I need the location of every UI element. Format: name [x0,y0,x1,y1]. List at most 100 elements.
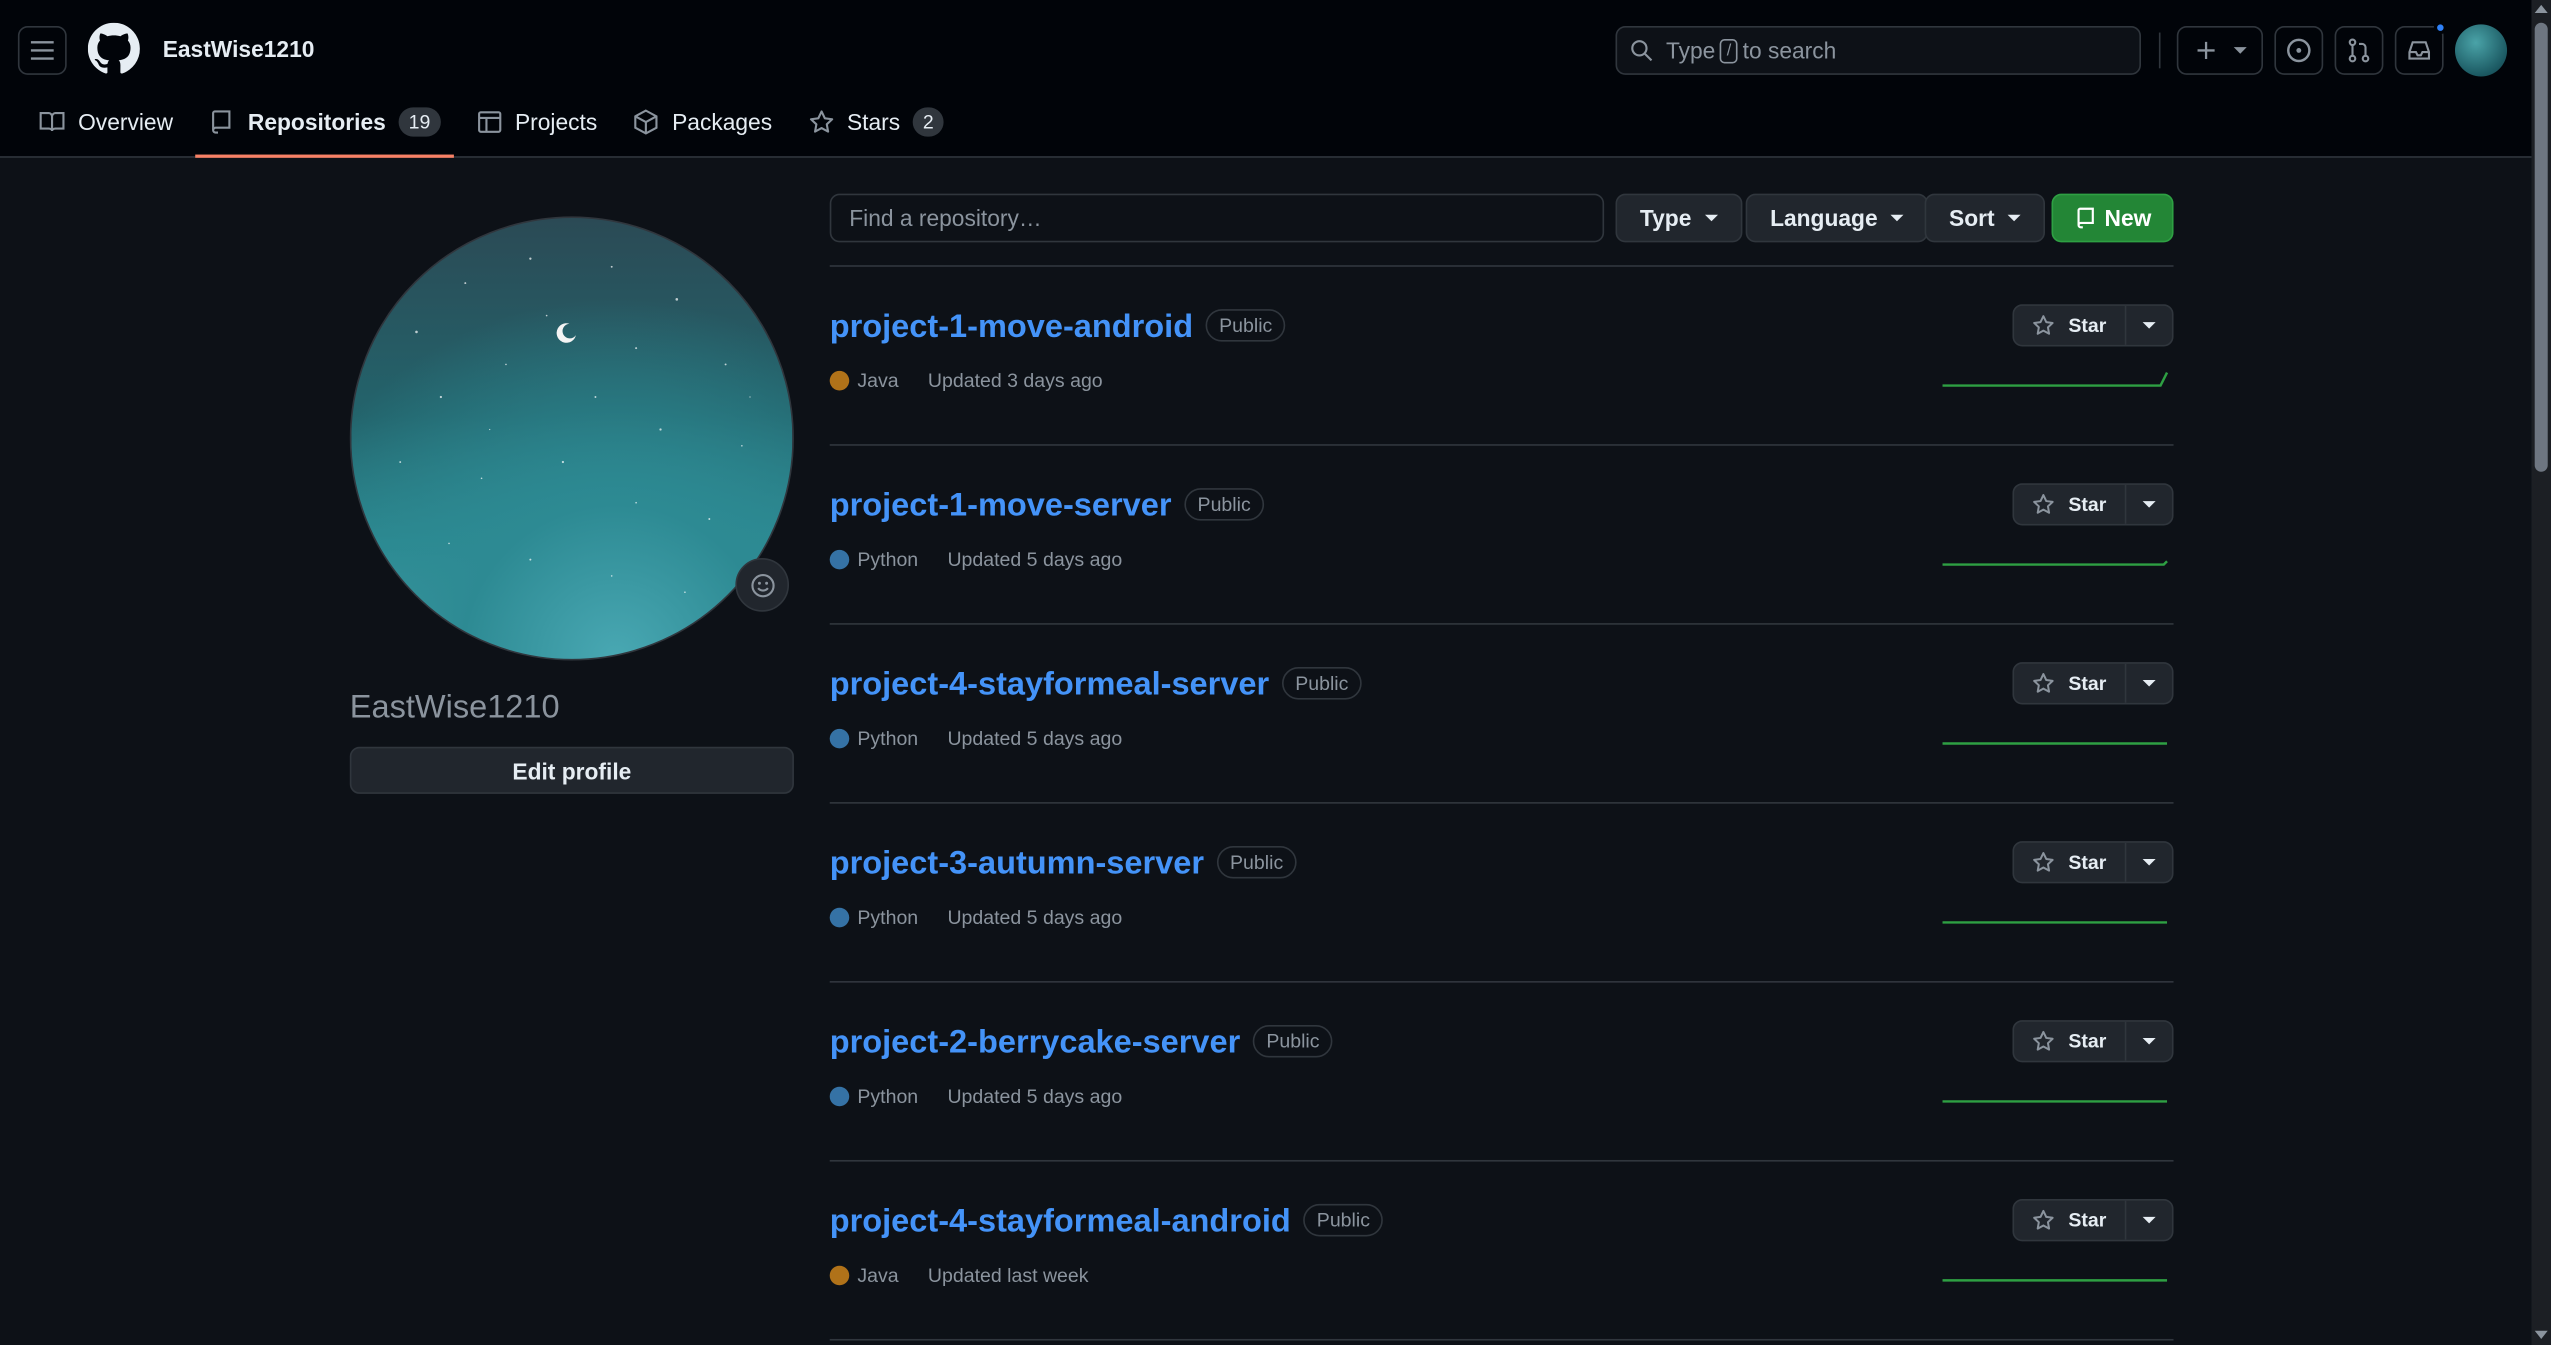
package-icon [634,109,658,135]
star-button[interactable]: Star [2014,663,2127,703]
edit-profile-button[interactable]: Edit profile [349,746,794,794]
language-color-dot [829,370,850,391]
star-list-dropdown[interactable] [2126,306,2172,345]
repo-link[interactable]: project-3-autumn-server [830,846,1204,882]
set-status-button[interactable] [735,558,790,612]
star-button[interactable]: Star [2014,842,2127,882]
new-repository-button[interactable]: New [2051,193,2174,243]
language-color-dot [829,907,850,928]
star-icon [2033,494,2055,514]
find-repository-input[interactable]: Find a repository… [829,193,1605,243]
activity-sparkline [1942,560,2168,566]
scroll-down-arrow-icon[interactable] [2534,1330,2548,1339]
search-suffix: to search [1742,37,1837,64]
star-button[interactable]: Star [2014,1200,2127,1240]
profile-username: EastWise1210 [349,689,560,726]
plus-icon [2196,41,2214,59]
repo-title: project-3-autumn-server Public [830,845,1297,883]
tab-projects[interactable]: Projects [463,94,610,149]
global-search-input[interactable]: Type / to search [1615,26,2142,75]
star-list-dropdown[interactable] [2126,1201,2172,1240]
star-label: Star [2068,850,2107,874]
star-button[interactable]: Star [2014,484,2127,524]
visibility-badge: Public [1282,667,1362,700]
star-button[interactable]: Star [2014,305,2127,345]
page-scrollbar[interactable] [2531,0,2551,1345]
star-list-dropdown[interactable] [2126,1022,2172,1061]
stars-count: 2 [913,107,944,137]
star-button[interactable]: Star [2014,1021,2127,1061]
menu-button[interactable] [17,26,67,75]
star-icon [809,110,833,133]
repo-language: Python [857,548,919,572]
star-icon [2033,673,2055,693]
repo-meta: Python Updated 5 days ago [829,548,1122,572]
repo-language: Java [857,369,899,393]
tab-stars[interactable]: Stars 2 [795,94,957,149]
repo-title: project-4-stayformeal-server Public [830,667,1362,704]
tab-overview[interactable]: Overview [26,94,186,149]
chevron-down-icon [2007,214,2021,222]
issues-button[interactable] [2274,26,2324,75]
language-color-dot [829,728,850,749]
star-list-dropdown[interactable] [2126,843,2172,882]
chevron-down-icon [2142,1216,2156,1224]
visibility-badge: Public [1253,1024,1333,1058]
user-avatar[interactable] [2454,24,2508,77]
star-button-group: Star [2012,662,2174,705]
repo-updated: Updated 5 days ago [947,906,1123,929]
repo-updated: Updated 3 days ago [927,369,1103,393]
chevron-down-icon [2232,47,2246,54]
list-item: project-1-move-android Public Java Update… [829,265,2174,444]
list-item: project-3-autumn-server Public Python Upd… [829,802,2174,981]
repo-link[interactable]: project-2-berrycake-server [830,1025,1241,1061]
repo-icon [2076,207,2094,229]
activity-sparkline [1942,1279,2168,1282]
tab-packages[interactable]: Packages [620,94,785,149]
star-button-group: Star [2012,304,2174,347]
star-button-group: Star [2012,841,2174,884]
github-logo-icon[interactable] [87,22,140,75]
star-label: Star [2068,1208,2107,1232]
tab-overview-label: Overview [78,109,174,136]
repo-link[interactable]: project-4-stayformeal-server [830,667,1269,703]
list-divider [829,1338,2174,1345]
activity-sparkline [1942,921,2168,924]
repo-updated: Updated last week [927,1264,1089,1287]
table-icon [477,111,501,133]
list-item: project-4-stayformeal-android Public Java… [829,1159,2174,1339]
chevron-down-icon [2142,859,2156,866]
tab-stars-label: Stars [846,109,901,136]
visibility-badge: Public [1217,845,1297,879]
star-list-dropdown[interactable] [2126,664,2172,703]
repo-language: Python [857,727,919,751]
repo-link[interactable]: project-1-move-server [830,488,1172,524]
scrollbar-thumb[interactable] [2534,22,2548,472]
repo-link[interactable]: project-4-stayformeal-android [830,1204,1291,1240]
repo-meta: Python Updated 5 days ago [829,1085,1122,1108]
search-icon [1631,40,1653,62]
star-icon [2033,852,2055,872]
header-username[interactable]: EastWise1210 [163,36,315,62]
pull-requests-button[interactable] [2334,26,2384,75]
repository-list: project-1-move-android Public Java Update… [829,265,2174,1345]
create-new-button[interactable] [2176,26,2264,75]
list-item: project-4-stayformeal-server Public Pytho… [829,623,2174,802]
tab-repositories-label: Repositories [247,109,386,136]
smiley-icon [750,573,774,597]
visibility-badge: Public [1184,488,1264,521]
language-filter-button[interactable]: Language [1745,193,1929,243]
activity-sparkline [1942,1100,2168,1103]
star-list-dropdown[interactable] [2126,485,2172,524]
scroll-up-arrow-icon[interactable] [2534,4,2548,14]
chevron-down-icon [2142,322,2156,329]
type-filter-button[interactable]: Type [1615,193,1742,243]
repo-link[interactable]: project-1-move-android [830,309,1193,345]
sort-button[interactable]: Sort [1924,193,2046,243]
star-button-group: Star [2012,1199,2174,1242]
tab-packages-label: Packages [672,109,773,136]
star-label: Star [2068,1029,2107,1053]
tab-repositories[interactable]: Repositories 19 [195,94,454,158]
night-sky-image [399,257,751,594]
repo-meta: Python Updated 5 days ago [829,727,1122,751]
